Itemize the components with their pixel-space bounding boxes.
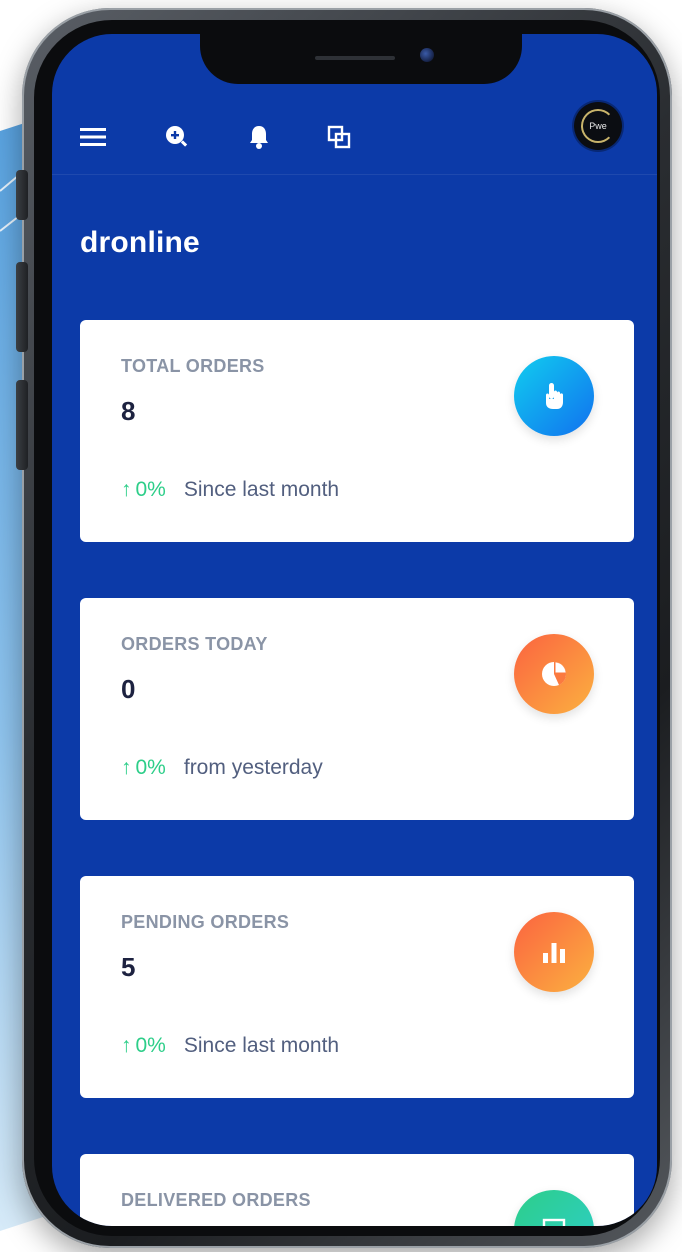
- stat-card-delivered-orders: DELIVERED ORDERS: [80, 1154, 634, 1226]
- side-button: [16, 262, 28, 352]
- card-footer: ↑ 0% Since last month: [121, 478, 339, 502]
- card-title: ORDERS TODAY: [121, 634, 268, 654]
- card-value: 5: [121, 952, 136, 982]
- stat-card-orders-today: ORDERS TODAY 0 ↑ 0% from yesterday: [80, 598, 634, 820]
- device-mockup: Pwe dronline TOTAL ORDERS 8 ↑ 0% Since l…: [0, 0, 682, 1252]
- zoom-in-icon[interactable]: [162, 122, 192, 152]
- side-button: [16, 170, 28, 220]
- copy-icon[interactable]: [324, 122, 354, 152]
- card-title: DELIVERED ORDERS: [121, 1190, 311, 1210]
- card-value: 8: [121, 396, 136, 426]
- app-screen: Pwe dronline TOTAL ORDERS 8 ↑ 0% Since l…: [52, 34, 657, 1226]
- bar-chart-icon: [514, 912, 594, 992]
- arrow-up-icon: ↑: [121, 478, 132, 501]
- pie-chart-icon: [514, 634, 594, 714]
- card-footer: ↑ 0% from yesterday: [121, 756, 323, 780]
- card-title: TOTAL ORDERS: [121, 356, 265, 376]
- page-title: dronline: [80, 226, 200, 259]
- arrow-up-icon: ↑: [121, 1034, 132, 1057]
- change-note: from yesterday: [183, 756, 323, 779]
- avatar-label: Pwe: [589, 121, 607, 131]
- side-button: [16, 380, 28, 470]
- change-note: Since last month: [183, 1034, 340, 1057]
- stat-card-total-orders: TOTAL ORDERS 8 ↑ 0% Since last month: [80, 320, 634, 542]
- bell-icon[interactable]: [244, 122, 274, 152]
- card-footer: ↑ 0% Since last month: [121, 1034, 339, 1058]
- percent-change: 0%: [135, 756, 166, 779]
- stat-card-pending-orders: PENDING ORDERS 5 ↑ 0% Since last month: [80, 876, 634, 1098]
- avatar[interactable]: Pwe: [574, 102, 622, 150]
- pointer-hand-icon: [514, 356, 594, 436]
- menu-icon[interactable]: [78, 122, 108, 152]
- card-value: 0: [121, 674, 136, 704]
- change-note: Since last month: [183, 478, 340, 501]
- percent-change: 0%: [135, 478, 166, 501]
- phone-camera: [420, 48, 434, 62]
- delivered-icon: [514, 1190, 594, 1226]
- phone-notch: [200, 24, 522, 84]
- phone-speaker: [315, 56, 395, 60]
- arrow-up-icon: ↑: [121, 756, 132, 779]
- percent-change: 0%: [135, 1034, 166, 1057]
- card-title: PENDING ORDERS: [121, 912, 290, 932]
